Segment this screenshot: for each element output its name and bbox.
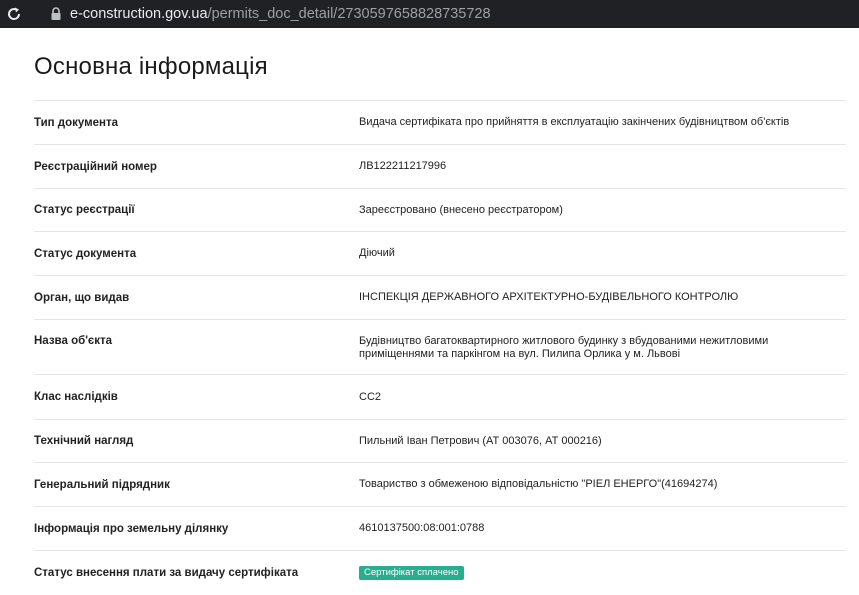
row-value: ІНСПЕКЦІЯ ДЕРЖАВНОГО АРХІТЕКТУРНО-БУДІВЕ…	[359, 291, 739, 303]
row-value: 4610137500:08:001:0788	[359, 522, 485, 534]
row-document-type: Тип документа Видача сертифіката про при…	[34, 100, 846, 144]
row-value: СС2	[359, 390, 382, 403]
status-badge: Сертифікат сплачено	[359, 565, 464, 580]
lock-icon[interactable]	[50, 6, 62, 22]
row-payment-status: Статус внесення плати за видачу сертифік…	[34, 550, 846, 594]
row-value: Видача сертифіката про прийняття в експл…	[359, 116, 790, 128]
row-value: Будівництво багатоквартирного житлового …	[359, 335, 769, 360]
row-general-contractor: Генеральний підрядник Товариство з обмеж…	[34, 462, 846, 506]
row-land-plot-info: Інформація про земельну ділянку 46101375…	[34, 506, 846, 550]
page-title: Основна інформація	[34, 53, 268, 80]
url-path: /permits_doc_detail/2730597658828735728	[207, 6, 491, 22]
row-technical-supervision: Технічний нагляд Пильний Іван Петрович (…	[34, 419, 846, 462]
browser-address-bar: e-construction.gov.ua/permits_doc_detail…	[0, 0, 859, 28]
row-value: Товариство з обмеженою відповідальністю …	[359, 478, 718, 490]
row-label: Назва об'єкта	[34, 335, 113, 347]
row-issuing-authority: Орган, що видав ІНСПЕКЦІЯ ДЕРЖАВНОГО АРХ…	[34, 275, 846, 319]
row-value: ЛВ122211217996	[359, 160, 447, 172]
reload-icon[interactable]	[4, 4, 24, 24]
row-label: Статус документа	[34, 247, 137, 260]
row-label: Реєстраційний номер	[34, 160, 157, 173]
row-value: Діючий	[359, 247, 395, 259]
row-label: Інформація про земельну ділянку	[34, 522, 229, 535]
row-label: Генеральний підрядник	[34, 478, 170, 491]
row-label: Тип документа	[34, 116, 118, 129]
row-label: Статус внесення плати за видачу сертифік…	[34, 566, 299, 579]
row-label: Орган, що видав	[34, 291, 130, 304]
address-url[interactable]: e-construction.gov.ua/permits_doc_detail…	[70, 5, 491, 23]
row-label: Технічний нагляд	[34, 435, 134, 447]
row-label: Статус реєстрації	[34, 204, 135, 216]
row-consequence-class: Клас наслідків СС2	[34, 374, 846, 419]
main-content: Основна інформація Тип документа Видача …	[0, 28, 859, 595]
info-table: Тип документа Видача сертифіката про при…	[34, 100, 846, 594]
row-object-name: Назва об'єкта Будівництво багатоквартирн…	[34, 319, 846, 374]
row-label: Клас наслідків	[34, 391, 118, 403]
row-registration-status: Статус реєстрації Зареєстровано (внесено…	[34, 188, 846, 231]
row-document-status: Статус документа Діючий	[34, 231, 846, 275]
row-value: Зареєстровано (внесено реєстратором)	[359, 203, 563, 216]
row-value-container: Сертифікат сплачено	[359, 565, 839, 580]
row-value: Пильний Іван Петрович (АТ 003076, АТ 000…	[359, 434, 602, 447]
row-registration-number: Реєстраційний номер ЛВ122211217996	[34, 144, 846, 188]
url-host: e-construction.gov.ua	[70, 6, 208, 22]
